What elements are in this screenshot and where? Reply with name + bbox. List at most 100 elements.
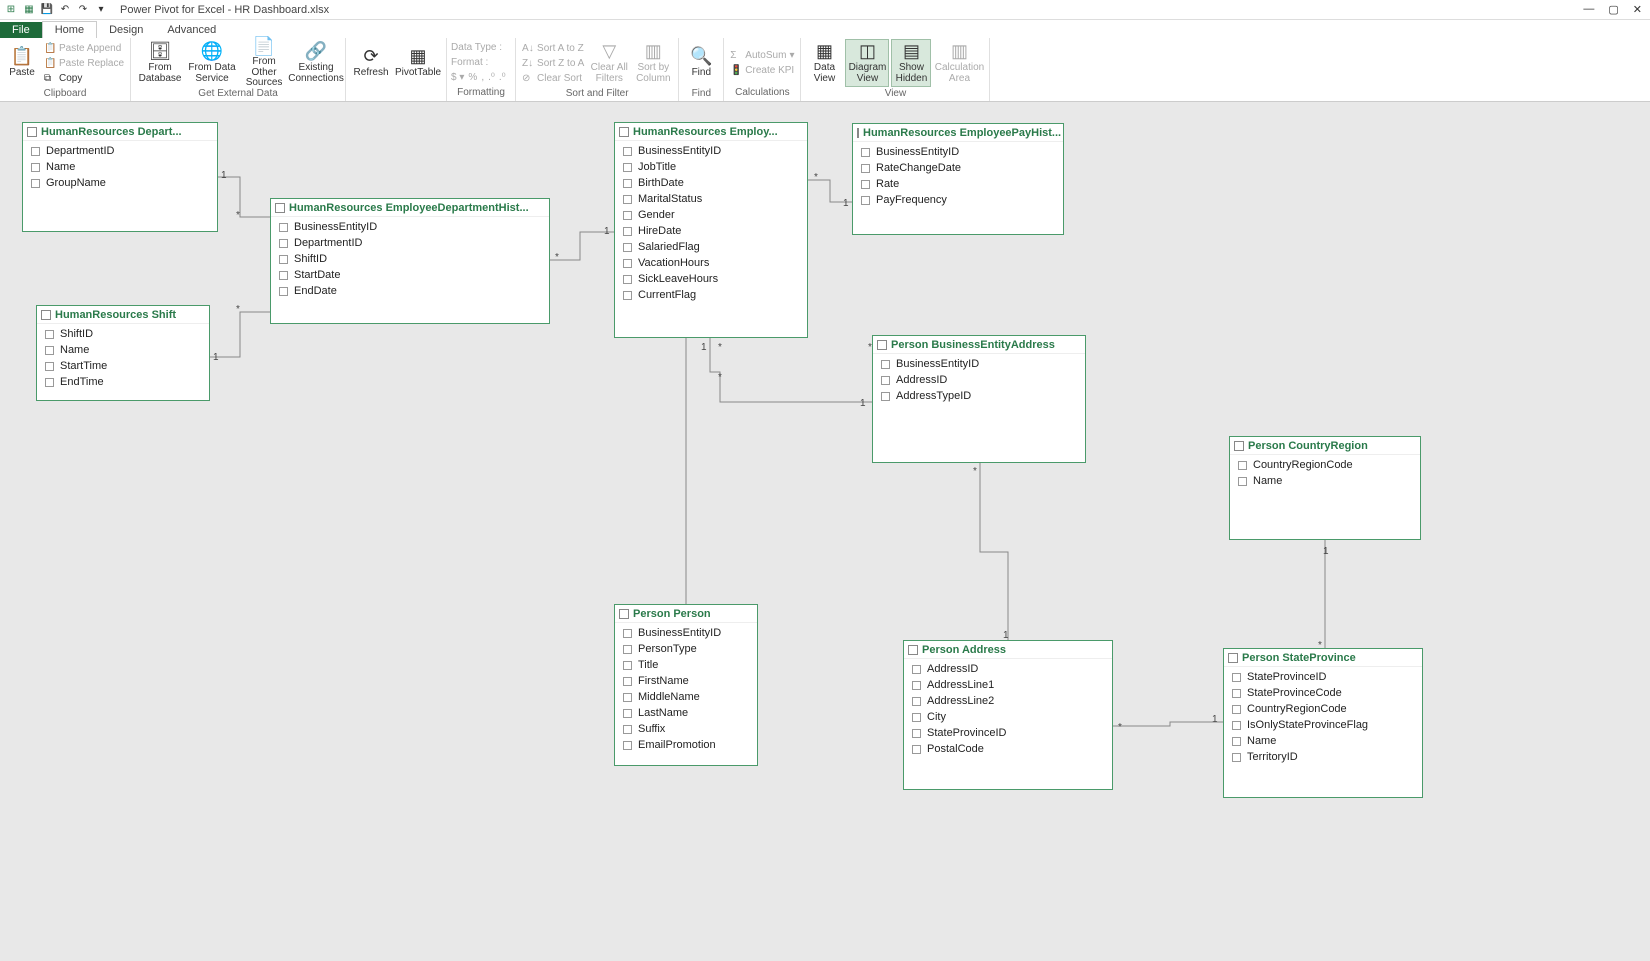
column-BusinessEntityID[interactable]: BusinessEntityID xyxy=(615,625,757,641)
comma-icon[interactable]: , xyxy=(481,72,484,83)
column-ShiftID[interactable]: ShiftID xyxy=(37,326,209,342)
table-header[interactable]: Person StateProvince xyxy=(1224,649,1422,667)
column-PayFrequency[interactable]: PayFrequency xyxy=(853,192,1063,208)
column-EndDate[interactable]: EndDate xyxy=(271,283,549,299)
table-addr[interactable]: Person Address AddressIDAddressLine1Addre… xyxy=(903,640,1113,790)
save-icon[interactable]: 💾 xyxy=(40,3,54,17)
clear-all-filters-button[interactable]: ▽Clear All Filters xyxy=(588,39,630,87)
column-CountryRegionCode[interactable]: CountryRegionCode xyxy=(1224,701,1422,717)
column-Name[interactable]: Name xyxy=(1230,473,1420,489)
table-header[interactable]: Person BusinessEntityAddress xyxy=(873,336,1085,354)
column-Rate[interactable]: Rate xyxy=(853,176,1063,192)
column-Suffix[interactable]: Suffix xyxy=(615,721,757,737)
from-database-button[interactable]: 🗄From Database xyxy=(135,39,185,87)
column-DepartmentID[interactable]: DepartmentID xyxy=(23,143,217,159)
column-BusinessEntityID[interactable]: BusinessEntityID xyxy=(615,143,807,159)
undo-icon[interactable]: ↶ xyxy=(58,3,72,17)
column-DepartmentID[interactable]: DepartmentID xyxy=(271,235,549,251)
percent-icon[interactable]: % xyxy=(468,72,477,83)
currency-icon[interactable]: $ ▾ xyxy=(451,72,464,83)
column-AddressID[interactable]: AddressID xyxy=(873,372,1085,388)
column-MaritalStatus[interactable]: MaritalStatus xyxy=(615,191,807,207)
column-VacationHours[interactable]: VacationHours xyxy=(615,255,807,271)
find-button[interactable]: 🔍Find xyxy=(683,39,719,87)
column-ShiftID[interactable]: ShiftID xyxy=(271,251,549,267)
sort-za-button[interactable]: Z↓Sort Z to A xyxy=(520,56,586,70)
decrease-decimal-icon[interactable]: .⁰ xyxy=(499,72,506,83)
column-StateProvinceCode[interactable]: StateProvinceCode xyxy=(1224,685,1422,701)
increase-decimal-icon[interactable]: .⁰ xyxy=(488,72,495,83)
diagram-canvas[interactable]: HumanResources Depart... DepartmentID Name… xyxy=(0,102,1650,961)
table-person[interactable]: Person Person BusinessEntityIDPersonTypeT… xyxy=(614,604,758,766)
column-SickLeaveHours[interactable]: SickLeaveHours xyxy=(615,271,807,287)
tab-file[interactable]: File xyxy=(0,22,42,38)
column-GroupName[interactable]: GroupName xyxy=(23,175,217,191)
column-MiddleName[interactable]: MiddleName xyxy=(615,689,757,705)
column-CurrentFlag[interactable]: CurrentFlag xyxy=(615,287,807,303)
table-header[interactable]: HumanResources EmployeeDepartmentHist... xyxy=(271,199,549,217)
paste-replace-button[interactable]: 📋Paste Replace xyxy=(42,56,126,70)
paste-append-button[interactable]: 📋Paste Append xyxy=(42,41,126,55)
close-button[interactable]: ✕ xyxy=(1633,3,1642,16)
column-BusinessEntityID[interactable]: BusinessEntityID xyxy=(271,219,549,235)
autosum-button[interactable]: ΣAutoSum ▾ xyxy=(728,48,796,62)
column-AddressLine1[interactable]: AddressLine1 xyxy=(904,677,1112,693)
copy-button[interactable]: ⧉Copy xyxy=(42,71,126,85)
column-EndTime[interactable]: EndTime xyxy=(37,374,209,390)
sort-az-button[interactable]: A↓Sort A to Z xyxy=(520,41,586,55)
from-data-service-button[interactable]: 🌐From Data Service xyxy=(187,39,237,87)
table-cr[interactable]: Person CountryRegion CountryRegionCodeNam… xyxy=(1229,436,1421,540)
column-IsOnlyStateProvinceFlag[interactable]: IsOnlyStateProvinceFlag xyxy=(1224,717,1422,733)
table-header[interactable]: HumanResources Employ... xyxy=(615,123,807,141)
table-header[interactable]: Person Address xyxy=(904,641,1112,659)
column-StartDate[interactable]: StartDate xyxy=(271,267,549,283)
table-emp[interactable]: HumanResources Employ... BusinessEntityID… xyxy=(614,122,808,338)
calculation-area-button[interactable]: ▥Calculation Area xyxy=(933,39,985,87)
show-hidden-button[interactable]: ▤Show Hidden xyxy=(891,39,931,87)
table-shift[interactable]: HumanResources ShiftShiftIDNameStartTime… xyxy=(36,305,210,401)
column-StateProvinceID[interactable]: StateProvinceID xyxy=(1224,669,1422,685)
create-kpi-button[interactable]: 🚦Create KPI xyxy=(728,63,796,77)
qat-dropdown-icon[interactable]: ▾ xyxy=(94,3,108,17)
column-BirthDate[interactable]: BirthDate xyxy=(615,175,807,191)
column-BusinessEntityID[interactable]: BusinessEntityID xyxy=(853,144,1063,160)
column-RateChangeDate[interactable]: RateChangeDate xyxy=(853,160,1063,176)
table-edh[interactable]: HumanResources EmployeeDepartmentHist...… xyxy=(270,198,550,324)
column-HireDate[interactable]: HireDate xyxy=(615,223,807,239)
redo-icon[interactable]: ↷ xyxy=(76,3,90,17)
column-PostalCode[interactable]: PostalCode xyxy=(904,741,1112,757)
maximize-button[interactable]: ▢ xyxy=(1608,3,1618,16)
tab-home[interactable]: Home xyxy=(42,21,97,38)
pivottable-button[interactable]: ▦PivotTable xyxy=(394,39,442,87)
sort-by-column-button[interactable]: ▥Sort by Column xyxy=(632,39,674,87)
column-AddressLine2[interactable]: AddressLine2 xyxy=(904,693,1112,709)
tab-design[interactable]: Design xyxy=(97,22,155,38)
column-AddressTypeID[interactable]: AddressTypeID xyxy=(873,388,1085,404)
clear-sort-button[interactable]: ⊘Clear Sort xyxy=(520,71,586,85)
column-PersonType[interactable]: PersonType xyxy=(615,641,757,657)
paste-button[interactable]: 📋 Paste xyxy=(4,39,40,87)
table-header[interactable]: HumanResources Depart... xyxy=(23,123,217,141)
column-BusinessEntityID[interactable]: BusinessEntityID xyxy=(873,356,1085,372)
column-StartTime[interactable]: StartTime xyxy=(37,358,209,374)
column-City[interactable]: City xyxy=(904,709,1112,725)
table-header[interactable]: HumanResources Shift xyxy=(37,306,209,324)
column-JobTitle[interactable]: JobTitle xyxy=(615,159,807,175)
diagram-view-button[interactable]: ◫Diagram View xyxy=(845,39,889,87)
table-bea[interactable]: Person BusinessEntityAddress BusinessEnti… xyxy=(872,335,1086,463)
column-TerritoryID[interactable]: TerritoryID xyxy=(1224,749,1422,765)
table-pay[interactable]: HumanResources EmployeePayHist... Busines… xyxy=(852,123,1064,235)
column-Gender[interactable]: Gender xyxy=(615,207,807,223)
column-AddressID[interactable]: AddressID xyxy=(904,661,1112,677)
column-Title[interactable]: Title xyxy=(615,657,757,673)
table-sp[interactable]: Person StateProvince StateProvinceIDState… xyxy=(1223,648,1423,798)
table-header[interactable]: Person CountryRegion xyxy=(1230,437,1420,455)
column-FirstName[interactable]: FirstName xyxy=(615,673,757,689)
table-header[interactable]: Person Person xyxy=(615,605,757,623)
column-Name[interactable]: Name xyxy=(1224,733,1422,749)
column-CountryRegionCode[interactable]: CountryRegionCode xyxy=(1230,457,1420,473)
minimize-button[interactable]: — xyxy=(1583,3,1594,16)
column-StateProvinceID[interactable]: StateProvinceID xyxy=(904,725,1112,741)
column-LastName[interactable]: LastName xyxy=(615,705,757,721)
table-header[interactable]: HumanResources EmployeePayHist... xyxy=(853,124,1063,142)
